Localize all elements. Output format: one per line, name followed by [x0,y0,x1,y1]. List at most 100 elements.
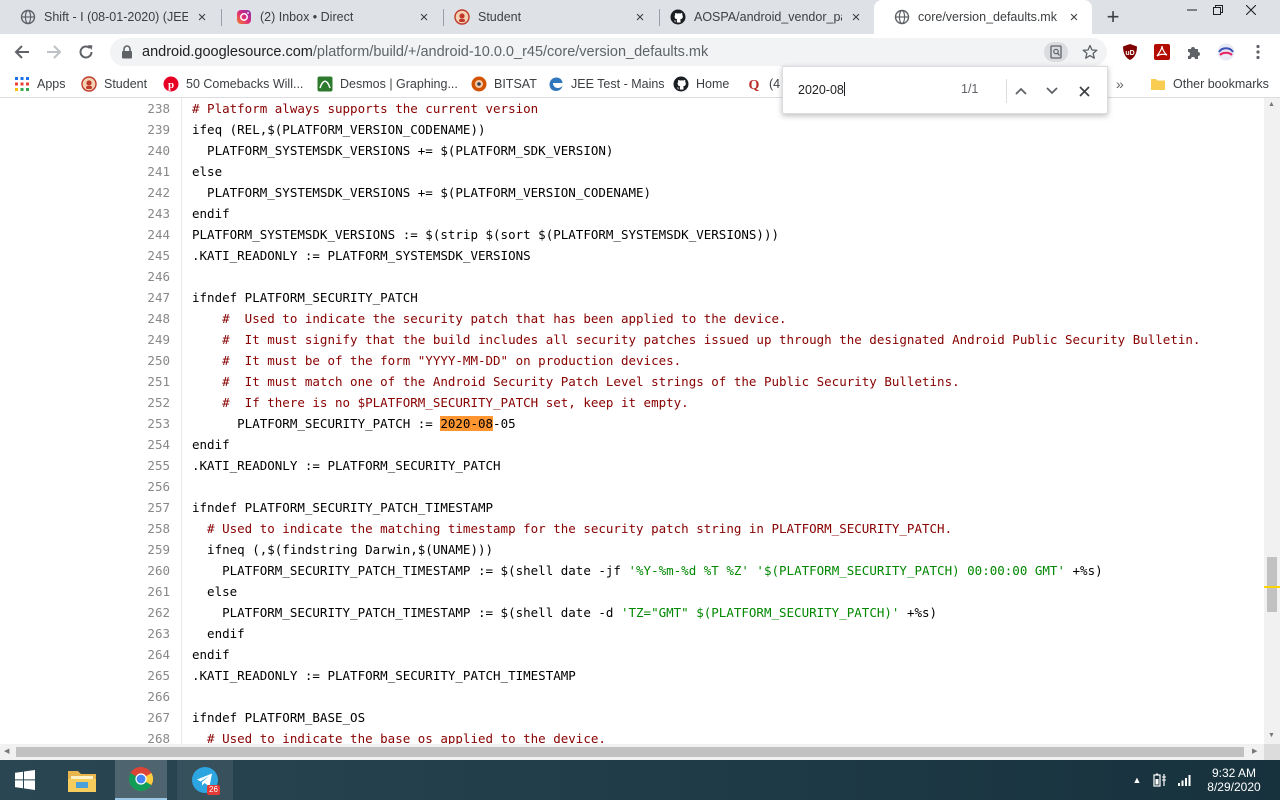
lock-icon[interactable] [120,45,134,59]
horizontal-scrollbar[interactable]: ◀ ▶ [0,744,1264,760]
line-number[interactable]: 259 [120,539,170,560]
line-number[interactable]: 249 [120,329,170,350]
line-number[interactable]: 257 [120,497,170,518]
battery-icon[interactable] [1151,760,1173,800]
code-text: ifndef PLATFORM_BASE_OS [192,707,365,728]
line-number[interactable]: 265 [120,665,170,686]
line-number[interactable]: 248 [120,308,170,329]
line-number[interactable]: 254 [120,434,170,455]
forward-arrow-icon[interactable] [40,38,68,66]
bookmark-student[interactable]: Student [81,75,147,93]
taskbar-clock[interactable]: 9:32 AM 8/29/2020 [1196,766,1272,794]
bookmark-bitsat[interactable]: BITSAT [471,75,537,93]
line-number[interactable]: 262 [120,602,170,623]
find-in-page-icon[interactable] [1044,42,1068,62]
network-signal-icon[interactable] [1175,760,1195,800]
bookmark-star-icon[interactable] [1078,42,1102,62]
back-arrow-icon[interactable] [8,38,36,66]
ublock-icon[interactable]: uD [1121,43,1139,61]
line-number[interactable]: 244 [120,224,170,245]
code-text: PLATFORM_SYSTEMSDK_VERSIONS += $(PLATFOR… [192,140,613,161]
line-number[interactable]: 261 [120,581,170,602]
vertical-scrollbar[interactable]: ▲ ▼ [1264,98,1280,744]
code-text: ifeq (REL,$(PLATFORM_VERSION_CODENAME)) [192,119,486,140]
tab-jee-shift[interactable]: Shift - I (08-01-2020) (JEE Ma × [0,0,220,34]
close-find-bar-icon[interactable] [1072,79,1096,103]
tab-version-defaults-active[interactable]: core/version_defaults.mk - p × [874,0,1092,34]
code-line: 244 PLATFORM_SYSTEMSDK_VERSIONS := $(stri… [0,224,1264,245]
line-number[interactable]: 242 [120,182,170,203]
find-next-chevron-down-icon[interactable] [1040,79,1064,103]
code-line: 241 else [0,161,1264,182]
line-number[interactable]: 240 [120,140,170,161]
close-window-icon[interactable] [1236,0,1266,20]
code-text: # Used to indicate the security patch th… [192,308,786,329]
line-number[interactable]: 252 [120,392,170,413]
code-line: 252 # If there is no $PLATFORM_SECURITY_… [0,392,1264,413]
profile-avatar-icon[interactable] [1217,43,1235,61]
line-number[interactable]: 253 [120,413,170,434]
tab-student[interactable]: Student × [434,0,658,34]
vertical-scroll-thumb[interactable] [1267,557,1277,612]
line-number[interactable]: 246 [120,266,170,287]
reload-icon[interactable] [72,38,100,66]
new-tab-plus-icon[interactable]: + [1100,5,1126,29]
close-tab-icon[interactable]: × [416,9,432,26]
chrome-menu-icon[interactable] [1249,43,1267,61]
bookmark-50-comebacks[interactable]: p 50 Comebacks Will... [163,75,303,93]
line-number[interactable]: 258 [120,518,170,539]
line-number[interactable]: 260 [120,560,170,581]
line-number[interactable]: 245 [120,245,170,266]
line-number[interactable]: 247 [120,287,170,308]
show-hidden-icons-chevron-icon[interactable]: ▲ [1129,760,1145,800]
restore-window-icon[interactable] [1203,0,1233,20]
line-number[interactable]: 263 [120,623,170,644]
bookmark-github-home[interactable]: Home [673,75,729,93]
bookmark-jee-test-mains[interactable]: JEE Test - Mains [548,75,665,93]
horizontal-scroll-thumb[interactable] [16,747,1244,757]
windows-start-icon[interactable] [0,760,50,800]
telegram-taskbar-icon[interactable]: 26 [177,760,233,800]
tab-title: Shift - I (08-01-2020) (JEE Ma [44,10,188,24]
line-number[interactable]: 239 [120,119,170,140]
close-tab-icon[interactable]: × [848,9,864,26]
code-string: 'TZ="GMT" $(PLATFORM_SECURITY_PATCH)' [620,605,900,620]
tab-instagram-inbox[interactable]: (2) Inbox • Direct × [216,0,442,34]
line-number[interactable]: 251 [120,371,170,392]
line-number[interactable]: 238 [120,98,170,119]
other-bookmarks-folder[interactable]: Other bookmarks [1150,75,1269,93]
code-segment: endif [192,437,230,452]
pdf-extension-icon[interactable] [1153,43,1171,61]
line-number[interactable]: 266 [120,686,170,707]
line-number[interactable]: 241 [120,161,170,182]
find-input[interactable]: 2020-08 [798,82,845,97]
file-explorer-icon[interactable] [57,760,107,800]
tab-aospa-github[interactable]: AOSPA/android_vendor_pa × [650,0,874,34]
close-tab-icon[interactable]: × [194,9,210,26]
line-number[interactable]: 256 [120,476,170,497]
line-number[interactable]: 250 [120,350,170,371]
extensions-puzzle-icon[interactable] [1185,43,1203,61]
code-segment: endif [192,206,230,221]
bookmark-desmos[interactable]: Desmos | Graphing... [317,75,458,93]
bookmark-label: Desmos | Graphing... [340,77,458,91]
bookmark-quora[interactable]: Q (4 [746,75,781,93]
scroll-down-arrow-icon[interactable]: ▼ [1268,732,1275,739]
scroll-right-arrow-icon[interactable]: ▶ [1252,747,1257,755]
code-line: 247 ifndef PLATFORM_SECURITY_PATCH [0,287,1264,308]
chrome-taskbar-icon[interactable] [115,760,167,800]
bookmark-apps[interactable]: Apps [14,75,66,93]
line-number[interactable]: 267 [120,707,170,728]
scroll-left-arrow-icon[interactable]: ◀ [4,747,9,755]
line-number[interactable]: 243 [120,203,170,224]
line-number[interactable]: 264 [120,644,170,665]
code-line: 265 .KATI_READONLY := PLATFORM_SECURITY_P… [0,665,1264,686]
close-tab-icon[interactable]: × [632,9,648,26]
more-bookmarks-chevron-icon[interactable]: » [1116,75,1124,93]
scroll-up-arrow-icon[interactable]: ▲ [1268,101,1275,108]
close-tab-icon[interactable]: × [1066,9,1082,26]
find-previous-chevron-up-icon[interactable] [1009,79,1033,103]
line-number[interactable]: 268 [120,728,170,744]
line-number[interactable]: 255 [120,455,170,476]
address-bar[interactable]: android.googlesource.com/platform/build/… [110,38,1107,66]
